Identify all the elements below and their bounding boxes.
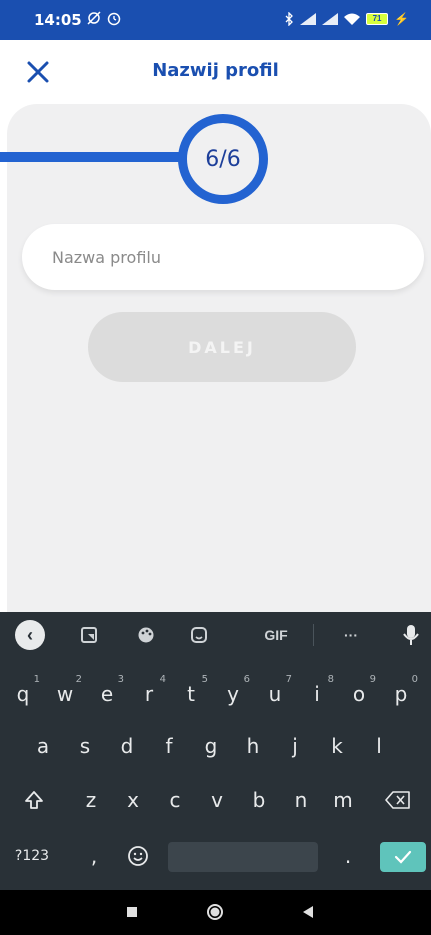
alarm-icon [107,12,121,26]
status-right-icons: 71 ⚡ [284,12,409,26]
key-hint: 0 [411,674,418,685]
key-label: o [352,682,366,706]
key-hint: 3 [117,674,124,685]
key-hint: 4 [159,674,166,685]
checkmark-icon [394,850,412,864]
home-icon [207,904,223,920]
key-label: e [100,682,114,706]
key-t[interactable]: t5 [170,672,212,716]
period-key[interactable]: . [330,834,366,878]
key-r[interactable]: r4 [128,672,170,716]
key-d[interactable]: d [106,724,148,768]
emoji-sticker-icon[interactable] [184,620,214,650]
key-v[interactable]: v [196,778,238,822]
key-o[interactable]: o9 [338,672,380,716]
signal-icon [322,13,339,25]
palette-icon[interactable] [131,620,161,650]
key-a[interactable]: a [22,724,64,768]
emoji-key[interactable] [118,834,158,878]
home-button[interactable] [205,902,225,922]
key-hint: 1 [33,674,40,685]
key-hint: 7 [285,674,292,685]
keyboard-back-icon[interactable]: ‹ [15,620,45,650]
key-label: i [314,682,320,706]
next-button[interactable]: DALEJ [88,312,356,382]
key-m[interactable]: m [322,778,364,822]
key-l[interactable]: l [358,724,400,768]
key-k[interactable]: k [316,724,358,768]
more-options-icon[interactable]: ··· [336,620,366,650]
recents-icon [127,907,137,917]
key-c[interactable]: c [154,778,196,822]
key-x[interactable]: x [112,778,154,822]
key-g[interactable]: g [190,724,232,768]
status-time: 14:05 [34,11,82,29]
key-label: u [268,682,282,706]
shift-icon [25,791,43,809]
backspace-icon [385,791,410,809]
progress-step-label: 6/6 [205,146,241,172]
back-icon [303,906,313,918]
key-hint: 2 [75,674,82,685]
key-label: y [227,682,239,706]
key-u[interactable]: u7 [254,672,296,716]
profile-name-input[interactable] [22,224,424,290]
key-e[interactable]: e3 [86,672,128,716]
numbers-key[interactable]: ?123 [10,834,54,878]
wifi-icon [344,13,361,25]
page-title: Nazwij profil [152,60,279,81]
key-s[interactable]: s [64,724,106,768]
key-j[interactable]: j [274,724,316,768]
backspace-key[interactable] [376,778,420,822]
status-left-icons [86,10,122,29]
status-bar: 14:05 71 ⚡ [0,0,431,40]
sync-off-icon [87,11,101,25]
key-hint: 9 [369,674,376,685]
progress-bar-line [0,152,180,162]
key-label: w [56,682,74,706]
comma-key[interactable]: , [76,834,112,878]
gif-button[interactable]: GIF [258,620,294,650]
emoji-icon [128,846,148,866]
key-y[interactable]: y6 [212,672,254,716]
system-nav-bar [0,890,431,935]
mic-icon[interactable] [396,620,426,650]
key-f[interactable]: f [148,724,190,768]
key-label: q [16,682,30,706]
key-b[interactable]: b [238,778,280,822]
key-hint: 6 [243,674,250,685]
battery-icon: 71 [366,13,389,25]
charging-icon: ⚡ [394,12,409,26]
space-key[interactable] [168,842,318,872]
keyboard-toolbar: ‹ GIF ··· [0,612,431,658]
shift-key[interactable] [12,778,56,822]
key-h[interactable]: h [232,724,274,768]
key-label: p [394,682,408,706]
key-hint: 5 [201,674,208,685]
sticker-icon[interactable] [74,620,104,650]
on-screen-keyboard: ‹ GIF ··· q1 w2 e3 r4 t5 y6 u7 i8 o9 p0 … [0,612,431,890]
recents-button[interactable] [122,902,142,922]
bluetooth-icon [285,12,293,26]
key-label: r [144,682,154,706]
key-i[interactable]: i8 [296,672,338,716]
signal-icon [300,13,317,25]
keyboard-toolbar-divider [313,624,314,646]
key-p[interactable]: p0 [380,672,422,716]
key-hint: 8 [327,674,334,685]
app-header: Nazwij profil [0,40,431,104]
key-w[interactable]: w2 [44,672,86,716]
key-n[interactable]: n [280,778,322,822]
enter-key[interactable] [380,842,426,872]
key-label: t [187,682,195,706]
key-z[interactable]: z [70,778,112,822]
progress-step-indicator: 6/6 [178,114,268,204]
back-button[interactable] [298,902,318,922]
key-q[interactable]: q1 [2,672,44,716]
